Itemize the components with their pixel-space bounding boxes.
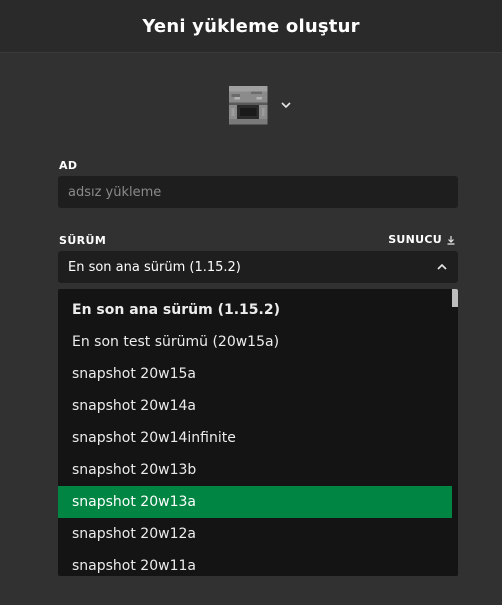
installation-icon-picker[interactable] (226, 82, 292, 128)
version-field-label: SÜRÜM (59, 234, 107, 247)
name-input[interactable] (58, 176, 458, 208)
scrollbar-thumb[interactable] (452, 289, 458, 307)
dropdown-option[interactable]: En son test sürümü (20w15a) (58, 326, 452, 358)
dropdown-option[interactable]: snapshot 20w11a (58, 550, 452, 576)
version-select[interactable]: En son ana sürüm (1.15.2) (58, 251, 458, 283)
dropdown-option[interactable]: snapshot 20w12a (58, 518, 452, 550)
download-icon (447, 235, 455, 245)
dropdown-option[interactable]: snapshot 20w14a (58, 390, 452, 422)
version-select-value: En son ana sürüm (1.15.2) (68, 259, 241, 275)
dialog-title: Yeni yükleme oluştur (142, 15, 360, 37)
server-link-label: SUNUCU (388, 233, 442, 246)
dropdown-scrollbar[interactable] (452, 289, 458, 576)
dropdown-option[interactable]: snapshot 20w13a (58, 486, 452, 518)
server-download-link[interactable]: SUNUCU (388, 233, 456, 246)
chevron-up-icon (437, 263, 447, 270)
dropdown-option[interactable]: snapshot 20w15a (58, 358, 452, 390)
chevron-down-icon[interactable] (280, 99, 292, 111)
name-field-label: AD (59, 159, 78, 172)
dialog-header: Yeni yükleme oluştur (0, 0, 502, 53)
dropdown-option[interactable]: snapshot 20w13b (58, 454, 452, 486)
dropdown-option[interactable]: En son ana sürüm (1.15.2) (58, 294, 452, 326)
furnace-block-icon (228, 85, 268, 125)
version-dropdown-list[interactable]: En son ana sürüm (1.15.2) En son test sü… (58, 289, 458, 576)
dropdown-option[interactable]: snapshot 20w14infinite (58, 422, 452, 454)
